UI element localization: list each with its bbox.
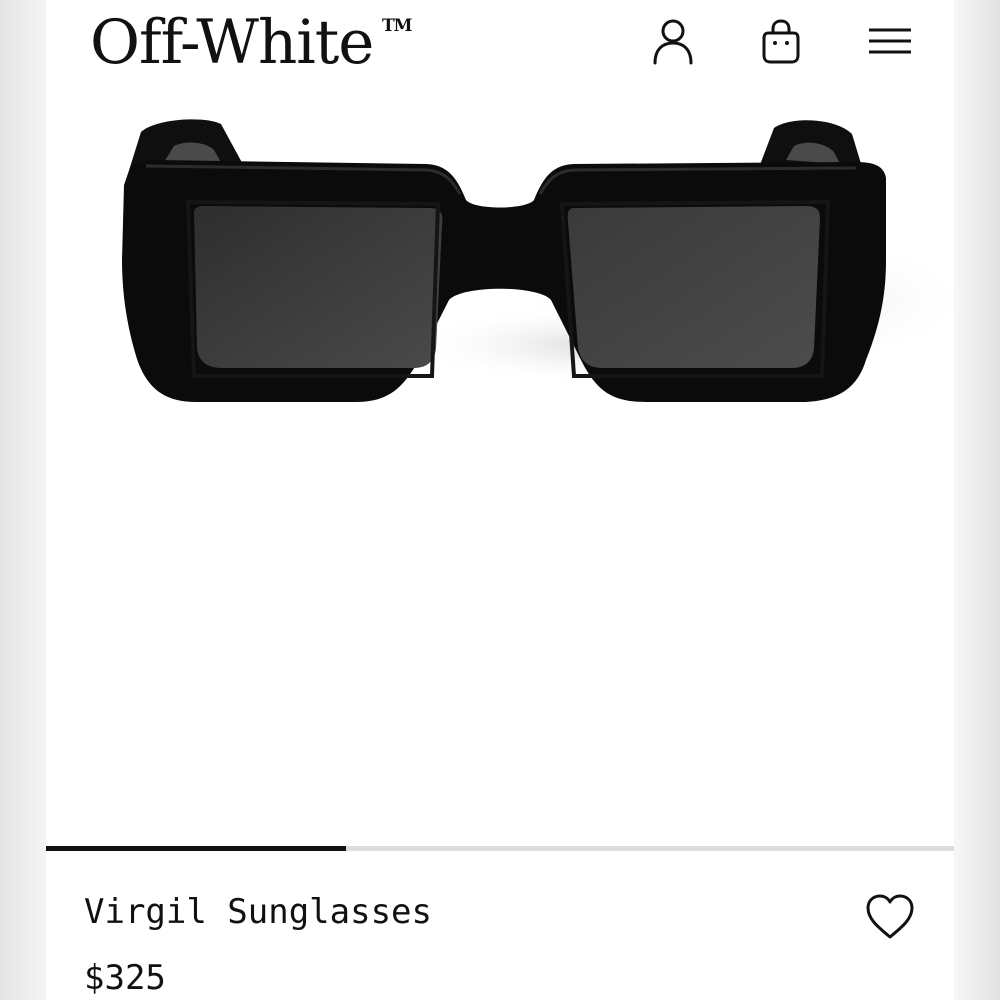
product-name: Virgil Sunglasses bbox=[84, 892, 432, 932]
hamburger-menu-icon[interactable] bbox=[866, 22, 914, 60]
gallery-progress bbox=[46, 846, 954, 851]
product-image[interactable] bbox=[46, 90, 954, 430]
left-backdrop bbox=[0, 0, 46, 1000]
trademark-mark: TM bbox=[382, 16, 412, 36]
product-page: Off-White TM Virgil Sunglasses $325 bbox=[46, 0, 954, 1000]
right-backdrop bbox=[954, 0, 1000, 1000]
product-price: $325 bbox=[84, 958, 166, 998]
brand-logo[interactable]: Off-White bbox=[90, 2, 374, 84]
heart-icon[interactable] bbox=[864, 892, 916, 942]
gallery-progress-fill bbox=[46, 846, 346, 851]
user-icon[interactable] bbox=[650, 16, 696, 66]
shopping-bag-icon[interactable] bbox=[758, 16, 804, 66]
